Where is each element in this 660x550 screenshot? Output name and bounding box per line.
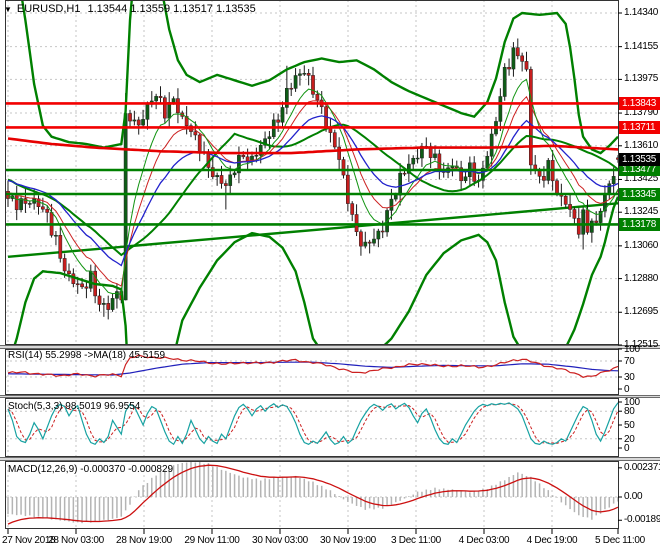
chart-title: ▼ EURUSD,H1 1.13544 1.13559 1.13517 1.1353… xyxy=(4,3,256,15)
stoch-tick-label: 80 xyxy=(624,406,635,418)
time-tick-label: 29 Nov 11:00 xyxy=(184,535,240,546)
time-tick-label: 28 Nov 03:00 xyxy=(48,535,104,546)
rsi-tick-label: 70 xyxy=(624,356,635,367)
price-tick-label: 1.12695 xyxy=(624,306,659,318)
price-tick-label: 1.13610 xyxy=(624,139,659,151)
time-tick-label: 3 Dec 11:00 xyxy=(391,535,441,546)
ohlc-quote-label: 1.13544 1.13559 1.13517 1.13535 xyxy=(87,3,256,15)
price-tick-label: 1.12880 xyxy=(624,272,659,284)
price-tick-label: 1.14340 xyxy=(624,7,659,18)
price-tick-label: 1.13975 xyxy=(624,73,659,85)
rsi-tick-label: 0 xyxy=(624,384,630,395)
stoch-label: Stoch(5,3,3) 98.5019 96.9554 xyxy=(8,401,141,412)
price-tick-label: 1.13245 xyxy=(624,206,659,218)
ema-lines xyxy=(7,78,618,296)
time-tick-label: 4 Dec 03:00 xyxy=(458,535,510,546)
macd-label: MACD(12,26,9) -0.000370 -0.000829 xyxy=(8,464,174,475)
time-tick-label: 28 Nov 19:00 xyxy=(116,535,172,546)
level-price-tag: 1.13843 xyxy=(619,97,660,110)
level-price-tag: 1.13178 xyxy=(619,218,660,231)
price-tick-label: 1.14155 xyxy=(624,40,659,52)
mt4-chart-window: ▼ EURUSD,H1 1.13544 1.13559 1.13517 1.1353… xyxy=(0,0,660,550)
stoch-tick-label: 0 xyxy=(624,443,630,454)
time-tick-label: 5 Dec 11:00 xyxy=(595,535,645,546)
price-tick-label: 1.13060 xyxy=(624,239,659,251)
stoch-tick-label: 50 xyxy=(624,420,635,431)
level-price-tag: 1.13711 xyxy=(619,121,660,134)
rsi-label: RSI(14) 55.2998 ->MA(18) 45.5159 xyxy=(8,350,166,361)
macd-tick-label: 0.00 xyxy=(624,491,643,502)
macd-tick-label: -0.00189 xyxy=(624,514,660,526)
rsi-tick-label: 100 xyxy=(624,344,640,355)
level-price-tag: 1.13345 xyxy=(619,188,660,201)
time-tick-label: 30 Nov 19:00 xyxy=(320,535,376,546)
chart-dropdown-icon[interactable]: ▼ xyxy=(4,5,12,14)
candles-layer xyxy=(6,38,619,320)
rsi-tick-label: 30 xyxy=(624,372,635,383)
symbol-period-label: EURUSD,H1 xyxy=(16,3,81,15)
macd-tick-label: 0.002371 xyxy=(624,461,660,473)
time-tick-label: 4 Dec 19:00 xyxy=(526,535,578,546)
time-tick-label: 30 Nov 03:00 xyxy=(252,535,308,546)
current-price-tag: 1.13535 xyxy=(619,153,660,166)
